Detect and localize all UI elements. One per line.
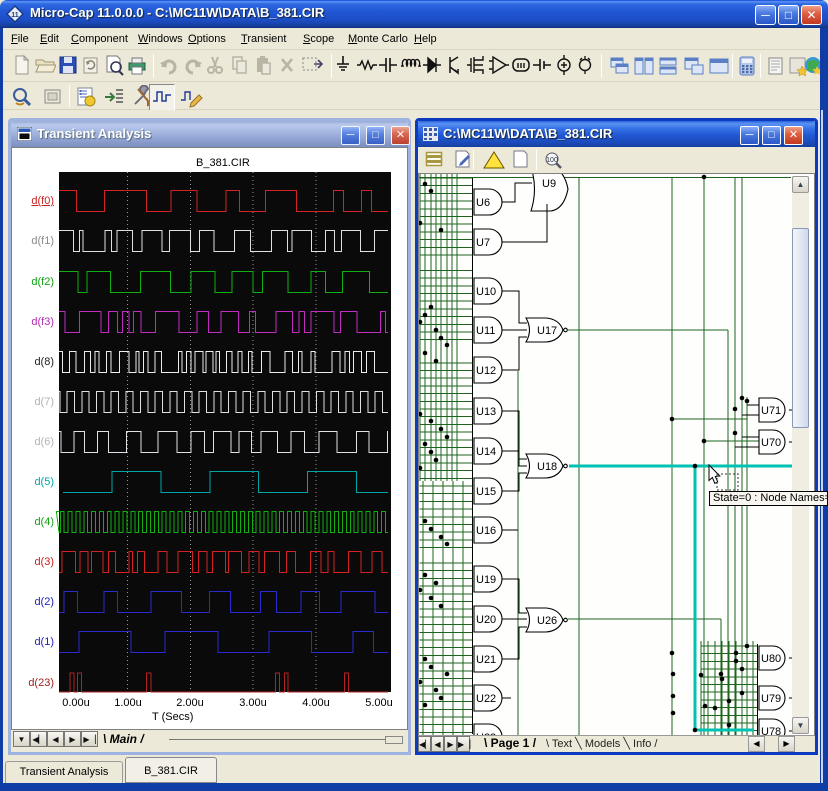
svg-text:U71: U71 [761, 405, 781, 417]
svg-text:U13: U13 [476, 406, 496, 418]
svg-text:100: 100 [546, 157, 558, 164]
svg-text:U14: U14 [476, 446, 496, 458]
svg-text:U17: U17 [537, 325, 557, 337]
svg-text:U20: U20 [476, 614, 496, 626]
svg-text:U6: U6 [476, 197, 490, 209]
svg-text:U80: U80 [761, 653, 781, 665]
svg-text:U18: U18 [537, 461, 557, 473]
svg-text:U22: U22 [476, 693, 496, 705]
svg-text:U79: U79 [761, 693, 781, 705]
svg-text:U26: U26 [537, 615, 557, 627]
svg-text:U7: U7 [476, 237, 490, 249]
svg-text:U9: U9 [542, 178, 556, 190]
svg-text:U10: U10 [476, 286, 496, 298]
svg-text:U11: U11 [476, 325, 495, 337]
svg-text:U16: U16 [476, 525, 496, 537]
svg-text:U21: U21 [476, 654, 496, 666]
svg-text:11: 11 [11, 12, 19, 19]
svg-text:U19: U19 [476, 574, 496, 586]
svg-text:U78: U78 [761, 726, 781, 735]
svg-text:U70: U70 [761, 437, 781, 449]
svg-text:U15: U15 [476, 486, 496, 498]
svg-text:U12: U12 [476, 365, 496, 377]
